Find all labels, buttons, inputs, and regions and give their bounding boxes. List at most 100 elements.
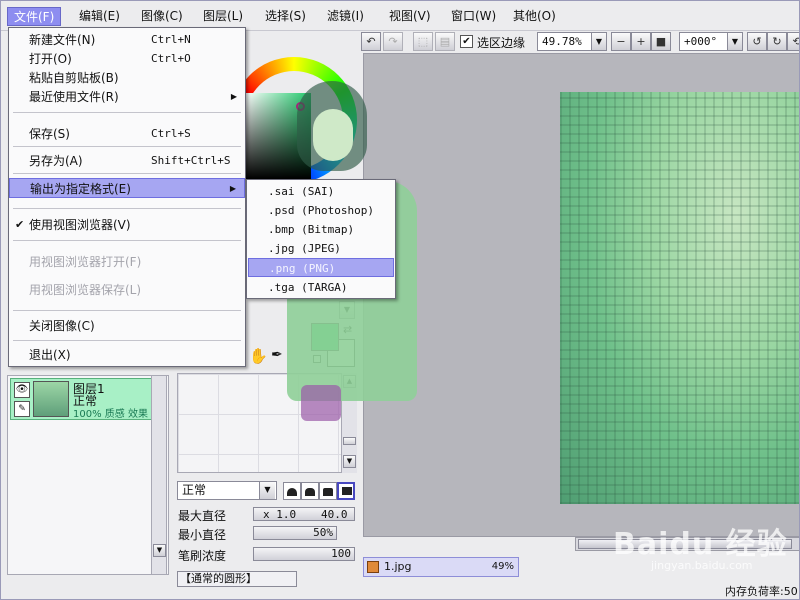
scroll-thumb[interactable] [343, 437, 356, 445]
min-size-slider[interactable]: 50% [253, 526, 337, 540]
menu-separator [13, 310, 241, 311]
menu-separator [13, 240, 241, 241]
brush-shape-4-button[interactable] [337, 482, 355, 500]
menu-item-label: 保存(S) [29, 127, 70, 141]
menu-edit[interactable]: 编辑(E) [73, 7, 126, 26]
menu-item-paste[interactable]: 粘贴自剪贴板(B) [9, 68, 245, 88]
brush-shape-2-button[interactable] [301, 482, 319, 500]
menu-item-export[interactable]: 输出为指定格式(E) ▶ [9, 178, 245, 198]
format-psd[interactable]: .psd (Photoshop) [248, 201, 394, 220]
chevron-down-icon[interactable]: ▼ [591, 32, 607, 51]
export-format-submenu: .sai (SAI) .psd (Photoshop) .bmp (Bitmap… [246, 179, 396, 299]
menu-item-exit[interactable]: 退出(X) [9, 345, 245, 365]
menu-separator [13, 173, 241, 174]
menu-other[interactable]: 其他(O) [507, 7, 562, 26]
layer-info: 100% 质感 效果 [73, 409, 148, 420]
zoom-reset-icon[interactable]: ■ [651, 32, 671, 51]
max-size-label: 最大直径 [178, 509, 227, 523]
menu-item-shortcut: Shift+Ctrl+S [151, 154, 231, 167]
menu-layer[interactable]: 图层(L) [197, 7, 249, 26]
menu-item-label: 使用视图浏览器(V) [29, 218, 131, 232]
document-tab[interactable]: 1.jpg 49% [363, 557, 519, 577]
format-bmp[interactable]: .bmp (Bitmap) [248, 220, 394, 239]
menu-item-label: 粘贴自剪贴板(B) [29, 71, 119, 85]
menu-item-save[interactable]: 保存(S) Ctrl+S [9, 124, 245, 144]
file-menu-dropdown: 新建文件(N) Ctrl+N 打开(O) Ctrl+O 粘贴自剪贴板(B) 最近… [8, 27, 246, 367]
menu-item-label: 新建文件(N) [29, 33, 96, 47]
deselect-icon[interactable]: ⬚ [413, 32, 433, 51]
menu-item-label: 退出(X) [29, 348, 71, 362]
redo-icon[interactable]: ↷ [383, 32, 403, 51]
menu-item-new[interactable]: 新建文件(N) Ctrl+N [9, 30, 245, 50]
brush-shape-3-button[interactable] [319, 482, 337, 500]
menu-item-browser-save[interactable]: 用视图浏览器保存(L) [9, 280, 245, 300]
menu-select[interactable]: 选择(S) [259, 7, 312, 26]
pen-icon[interactable]: ✎ [14, 401, 30, 417]
brush-texture-select[interactable]: 【通常的圆形】 [177, 571, 297, 587]
layer-scrollbar[interactable]: ▼ [151, 375, 167, 575]
hand-tool-icon[interactable]: ✋ [249, 347, 268, 365]
image-file-icon [367, 561, 379, 573]
watermark-url: jingyan.baidu.com [651, 559, 753, 572]
menu-image[interactable]: 图像(C) [135, 7, 189, 26]
invert-selection-icon[interactable]: ▤ [435, 32, 455, 51]
canvas-toolbar: ↶ ↷ ⬚ ▤ ✔ 选区边缘 49.78% ▼ − + ■ +000° ▼ ↺ … [357, 31, 799, 53]
menu-view[interactable]: 视图(V) [383, 7, 437, 26]
zoom-out-icon[interactable]: − [611, 32, 631, 51]
max-size-multiplier[interactable]: x 1.0 [263, 508, 296, 521]
menu-item-shortcut: Ctrl+S [151, 127, 191, 140]
rotate-reset-icon[interactable]: ⟲ [787, 32, 799, 51]
menu-item-label: 另存为(A) [29, 154, 83, 168]
zoom-field[interactable]: 49.78% [537, 32, 599, 51]
image-figure-face [313, 109, 353, 161]
selection-edge-label: 选区边缘 [477, 36, 526, 50]
menu-item-label: 最近使用文件(R) [29, 90, 119, 104]
menu-separator [13, 112, 241, 113]
chevron-down-icon[interactable]: ▼ [259, 482, 275, 499]
image-figure-accent [301, 385, 341, 421]
menu-item-label: 用视图浏览器保存(L) [29, 283, 142, 297]
chevron-right-icon: ▶ [229, 184, 236, 193]
zoom-in-icon[interactable]: + [631, 32, 651, 51]
brush-shape-1-button[interactable] [283, 482, 301, 500]
chevron-down-icon[interactable]: ▼ [727, 32, 743, 51]
undo-icon[interactable]: ↶ [361, 32, 381, 51]
rotate-left-icon[interactable]: ↺ [747, 32, 767, 51]
menu-separator [13, 146, 241, 147]
layer-list: 👁 ✎ 图层1 正常 100% 质感 效果 [7, 375, 169, 575]
menu-item-browser-open[interactable]: 用视图浏览器打开(F) [9, 252, 245, 272]
memory-status: 内存负荷率:50 [725, 585, 798, 598]
layer-thumbnail [33, 381, 69, 417]
selection-edge-checkbox[interactable]: ✔ [460, 35, 473, 48]
layer-row[interactable]: 👁 ✎ 图层1 正常 100% 质感 效果 [10, 378, 152, 420]
format-png[interactable]: .png (PNG) [248, 258, 394, 277]
format-jpg[interactable]: .jpg (JPEG) [248, 239, 394, 258]
rotate-right-icon[interactable]: ↻ [767, 32, 787, 51]
density-slider[interactable]: 100 [253, 547, 355, 561]
eyedropper-icon[interactable]: ✒ [271, 347, 283, 363]
menu-item-recent[interactable]: 最近使用文件(R) ▶ [9, 87, 245, 107]
menu-item-shortcut: Ctrl+N [151, 33, 191, 46]
menu-item-use-browser[interactable]: ✔ 使用视图浏览器(V) [9, 215, 245, 235]
watermark-logo: Baidu 经验 [613, 527, 788, 562]
document-name: 1.jpg [384, 560, 412, 573]
menu-window[interactable]: 窗口(W) [445, 7, 502, 26]
menu-file[interactable]: 文件(F) [7, 7, 62, 26]
format-sai[interactable]: .sai (SAI) [248, 182, 394, 201]
canvas-area[interactable] [363, 53, 799, 537]
max-size-value: 40.0 [321, 508, 348, 521]
menu-item-open[interactable]: 打开(O) Ctrl+O [9, 49, 245, 69]
menu-item-save-as[interactable]: 另存为(A) Shift+Ctrl+S [9, 151, 245, 171]
format-tga[interactable]: .tga (TARGA) [248, 278, 394, 297]
density-label: 笔刷浓度 [178, 549, 227, 563]
canvas-image [560, 92, 799, 504]
menu-separator [13, 208, 241, 209]
scroll-down-icon[interactable]: ▼ [153, 544, 166, 557]
menu-item-close[interactable]: 关闭图像(C) [9, 316, 245, 336]
scroll-down-icon[interactable]: ▼ [343, 455, 356, 468]
checkmark-icon: ✔ [15, 218, 25, 231]
menu-filter[interactable]: 滤镜(I) [321, 7, 370, 26]
menu-item-shortcut: Ctrl+O [151, 52, 191, 65]
document-zoom: 49% [491, 561, 514, 572]
eye-icon[interactable]: 👁 [14, 382, 30, 398]
